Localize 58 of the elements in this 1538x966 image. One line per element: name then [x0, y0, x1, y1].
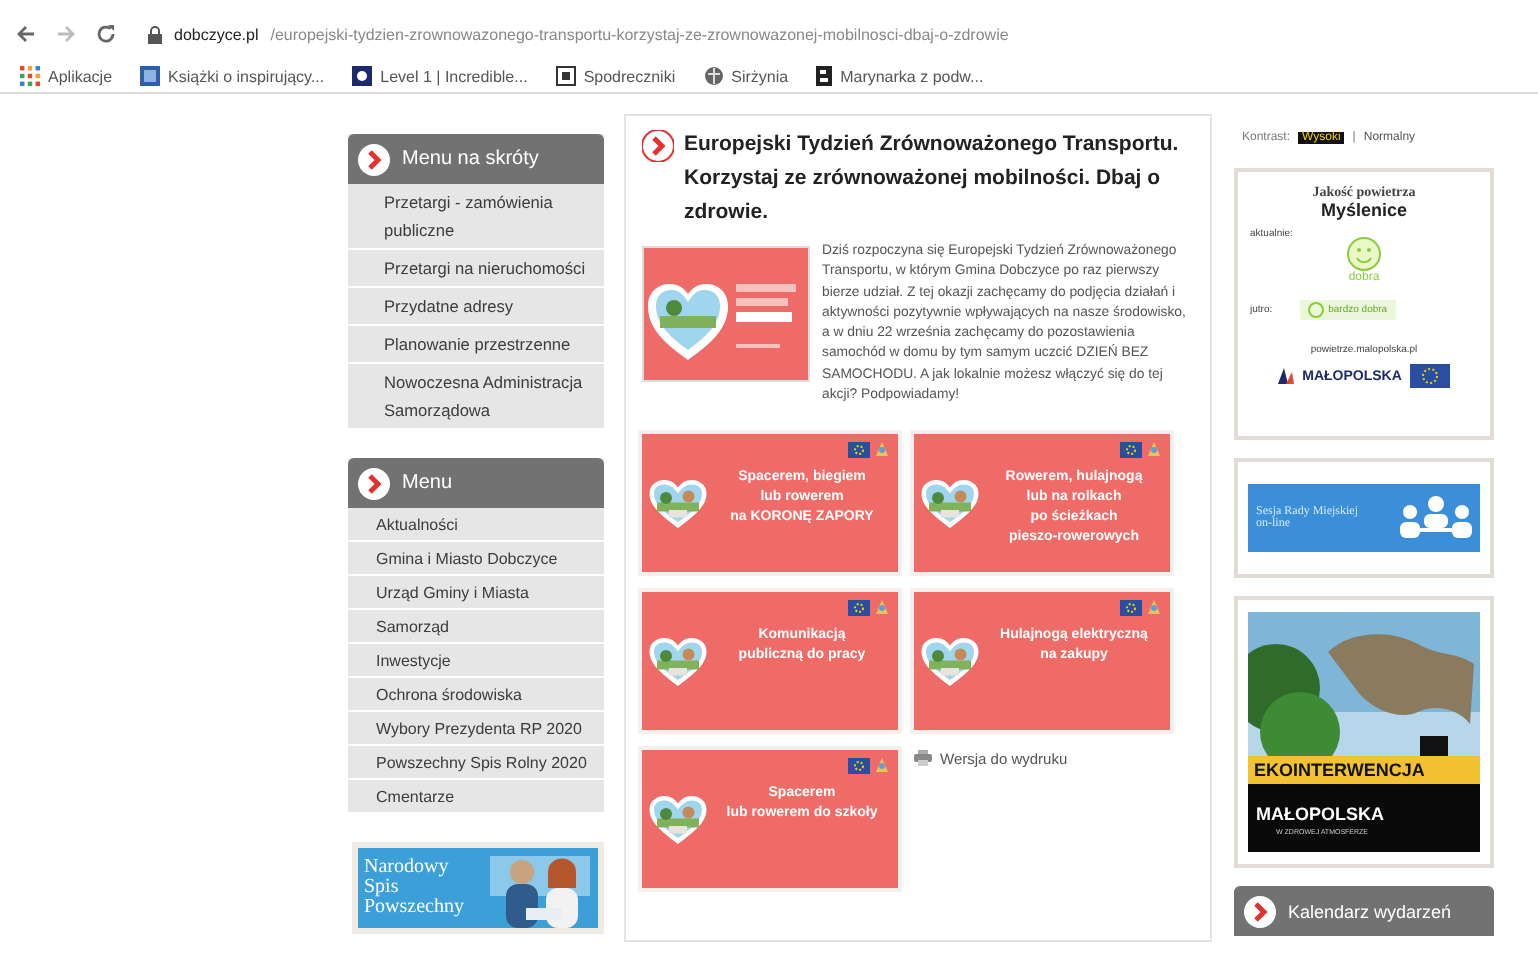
menu-item[interactable]: Wybory Prezydenta RP 2020 — [348, 712, 604, 746]
bookmark-favicon-icon — [816, 66, 833, 86]
banner-text: Narodowy Spis Powszechny — [362, 858, 464, 918]
menu-title: Menu — [402, 472, 453, 494]
eu-flag-icon — [1120, 442, 1142, 459]
menu-item[interactable]: Samorząd — [348, 610, 604, 644]
menu-item[interactable]: Gmina i Miasto Dobczyce — [348, 542, 604, 576]
back-icon[interactable] — [16, 24, 36, 44]
logo-icon — [874, 440, 890, 459]
reload-icon[interactable] — [96, 24, 116, 44]
eu-flag-icon — [1120, 600, 1142, 617]
chevron-icon — [358, 467, 390, 499]
address-field[interactable]: dobczyce.pl /europejski-tydzien-zrownowazonego-transportu-korzystaj-ze-zrownowazonej-mobilnosci-dbaj-o-zdrowie — [136, 16, 1538, 52]
printer-icon — [914, 750, 932, 767]
logo-icon — [874, 598, 890, 617]
article-title: Europejski Tydzień Zrównoważonego Transportu. Korzystaj ze zrównoważonej mobilności. Dbaj o zdrowie. — [684, 130, 1181, 228]
people-icon — [1400, 494, 1472, 542]
lock-icon — [148, 25, 162, 43]
chevron-icon — [642, 130, 674, 162]
menu-title: Menu na skróty — [402, 148, 539, 170]
menu-item[interactable]: Przydatne adresy — [348, 288, 604, 326]
brand-name: MAŁOPOLSKA — [1256, 804, 1384, 824]
menu-item[interactable]: Planowanie przestrzenne — [348, 326, 604, 364]
apps-grid-icon — [20, 66, 40, 86]
bookmark-link[interactable]: Marynarka z podw... — [816, 66, 984, 86]
bookmark-link[interactable]: Książki o inspirujący... — [140, 66, 325, 86]
eu-flag-icon — [848, 758, 870, 775]
bookmark-link[interactable]: Aplikacje — [20, 66, 113, 86]
logo-icon — [1146, 598, 1162, 617]
menu-item[interactable]: Nowoczesna Administracja Samorządowa — [348, 364, 604, 430]
logo-icon — [874, 756, 890, 775]
menu-item[interactable]: Urząd Gminy i Miasta — [348, 576, 604, 610]
bookmark-link[interactable]: Level 1 | Incredible... — [352, 66, 528, 86]
menu-item[interactable]: Przetargi - zamówienia publiczne — [348, 184, 604, 250]
menu-item[interactable]: Cmentarze — [348, 780, 604, 814]
logo-icon — [1146, 440, 1162, 459]
eu-flag-icon — [1409, 364, 1450, 388]
bookmark-link[interactable]: Spodreczniki — [555, 66, 676, 86]
chevron-icon — [358, 143, 390, 175]
menu-item[interactable]: Powszechny Spis Rolny 2020 — [348, 746, 604, 780]
menu-item[interactable]: Ochrona środowiska — [348, 678, 604, 712]
eu-flag-icon — [848, 600, 870, 617]
menu-item[interactable]: Aktualności — [348, 508, 604, 542]
eu-flag-icon — [848, 442, 870, 459]
city-name: Myślenice — [1320, 200, 1408, 220]
bookmark-favicon-icon — [352, 66, 373, 86]
bookmark-favicon-icon — [140, 66, 161, 86]
banner-headline: EKOINTERWENCJA — [1248, 756, 1480, 784]
globe-icon — [703, 66, 724, 86]
menu-item[interactable]: Przetargi na nieruchomości — [348, 250, 604, 288]
brand-logo-icon — [1278, 368, 1295, 384]
smiley-icon — [1308, 302, 1325, 318]
calendar-title: Kalendarz wydarzeń — [1288, 901, 1452, 921]
chevron-icon — [1244, 895, 1276, 927]
bookmark-link[interactable]: Sirżynia — [703, 66, 789, 86]
smiley-icon — [1346, 236, 1382, 272]
bookmark-favicon-icon — [555, 66, 576, 86]
menu-item[interactable]: Inwestycje — [348, 644, 604, 678]
